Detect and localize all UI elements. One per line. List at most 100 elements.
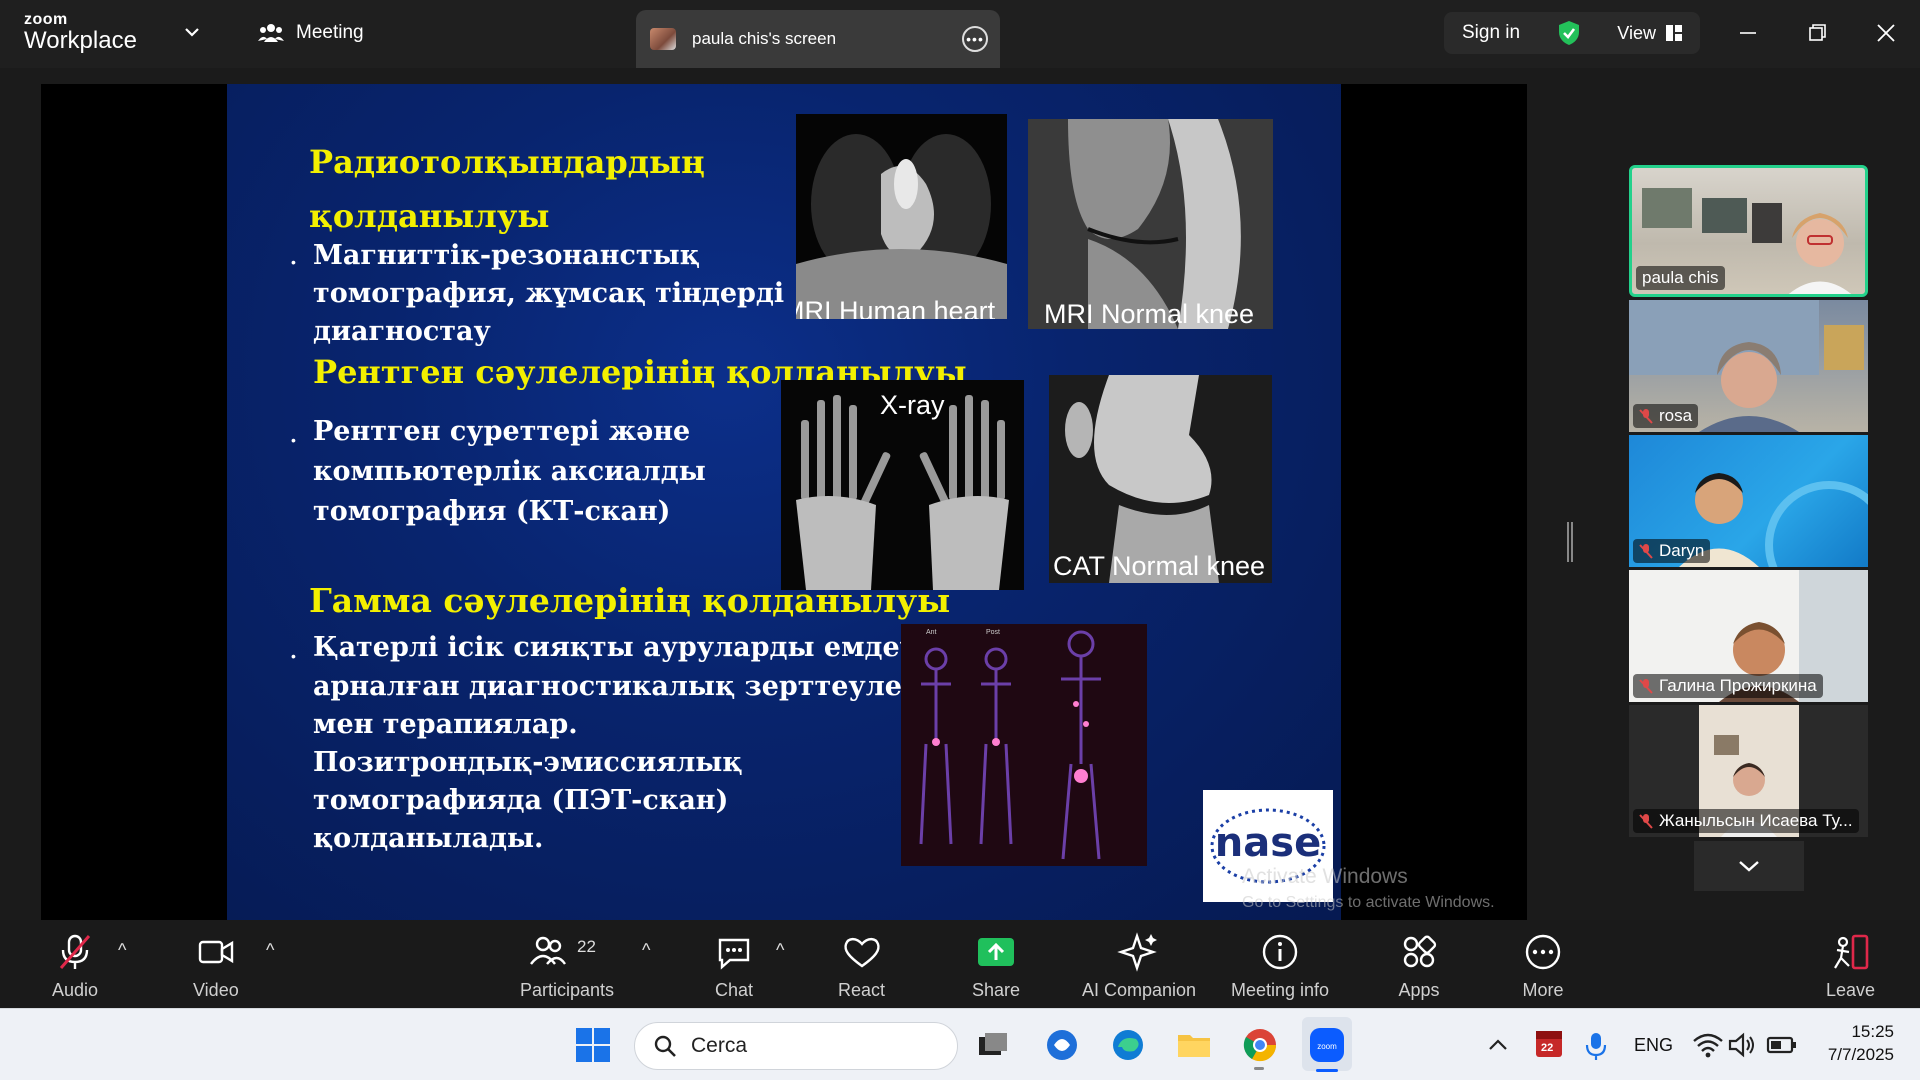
- participants-button[interactable]: 22 Participants: [520, 932, 614, 1001]
- title-bar: zoom Workplace Meeting paula chis's scre…: [0, 0, 1920, 68]
- participants-options-caret[interactable]: ^: [642, 940, 650, 961]
- audio-button[interactable]: Audio: [52, 932, 98, 1001]
- brand-zoom: zoom: [24, 11, 68, 28]
- restore-icon[interactable]: [1802, 18, 1832, 48]
- more-label: More: [1522, 980, 1564, 1000]
- edge-icon[interactable]: [1110, 1027, 1146, 1063]
- more-button[interactable]: More: [1521, 932, 1565, 1001]
- close-icon[interactable]: [1871, 18, 1901, 48]
- running-indicator: [1254, 1067, 1264, 1070]
- info-icon: [1262, 934, 1298, 970]
- view-button[interactable]: View: [1617, 23, 1682, 44]
- mic-muted-icon: [1639, 544, 1653, 559]
- microphone-icon[interactable]: [1578, 1027, 1614, 1063]
- participant-name-tag: paula chis: [1636, 266, 1725, 290]
- video-button[interactable]: Video: [193, 932, 239, 1001]
- apps-icon: [1403, 935, 1437, 968]
- video-tile-zhanylsyn[interactable]: Жаныльсын Исаева Ту...: [1629, 705, 1868, 837]
- shared-screen-area: Радиотолқындардың қолданылуы • Магниттік…: [41, 84, 1527, 920]
- sparkle-icon: [1117, 932, 1158, 972]
- resize-handle[interactable]: [1567, 522, 1573, 562]
- windows-taskbar: Cerca zoom 22 ENG 15:25 7/7/2025: [0, 1008, 1920, 1080]
- windows-start-icon[interactable]: [575, 1027, 611, 1063]
- caption-mri-knee: MRI Normal knee: [1044, 299, 1255, 329]
- file-explorer-icon[interactable]: [1176, 1027, 1212, 1063]
- calendar-icon[interactable]: 22: [1534, 1027, 1564, 1059]
- participant-name-tag: Daryn: [1633, 539, 1711, 563]
- more-options-icon[interactable]: •••: [962, 26, 988, 52]
- sign-in-button[interactable]: Sign in: [1462, 22, 1520, 44]
- participant-name: Галина Прожиркина: [1659, 676, 1817, 695]
- audio-label: Audio: [52, 980, 99, 1000]
- active-indicator: [1316, 1069, 1338, 1072]
- bullet-dot: •: [291, 432, 296, 448]
- apps-label: Apps: [1398, 980, 1440, 1000]
- participants-icon: 22: [530, 936, 596, 965]
- tab-meeting[interactable]: Meeting: [258, 22, 364, 44]
- react-button[interactable]: React: [838, 932, 885, 1001]
- wifi-icon[interactable]: [1690, 1027, 1726, 1063]
- bullet-gamma-line3: мен терапиялар.: [313, 709, 578, 740]
- heading-radio-line2: қолданылуы: [309, 197, 550, 235]
- volume-icon[interactable]: [1724, 1027, 1760, 1063]
- chevron-down-icon[interactable]: [182, 22, 202, 42]
- taskbar-search-input[interactable]: Cerca: [634, 1022, 958, 1070]
- search-placeholder: Cerca: [691, 1034, 748, 1057]
- bullet-dot: •: [291, 254, 296, 270]
- svg-text:zoom: zoom: [1317, 1042, 1337, 1051]
- task-view-icon[interactable]: [975, 1027, 1011, 1063]
- bullet-mri-line2: томография, жұмсақ тіндерді: [313, 278, 785, 309]
- video-tile-daryn[interactable]: Daryn: [1629, 435, 1868, 567]
- participant-name: Daryn: [1659, 541, 1705, 560]
- ai-companion-button[interactable]: AI Companion: [1082, 932, 1196, 1001]
- activate-windows-title: Activate Windows: [1242, 865, 1408, 888]
- meeting-info-button[interactable]: Meeting info: [1231, 932, 1329, 1001]
- chat-options-caret[interactable]: ^: [776, 940, 784, 961]
- minimize-icon[interactable]: [1733, 18, 1763, 48]
- taskbar-clock[interactable]: 15:25 7/7/2025: [1828, 1021, 1894, 1067]
- leave-door-icon: [1833, 934, 1868, 970]
- mic-muted-icon: [1639, 679, 1653, 694]
- participant-name-tag: Жаныльсын Исаева Ту...: [1633, 809, 1859, 833]
- participants-count: 22: [577, 937, 596, 956]
- audio-options-caret[interactable]: ^: [118, 940, 126, 961]
- share-label: Share: [972, 980, 1021, 1000]
- apps-button[interactable]: Apps: [1397, 932, 1441, 1001]
- meeting-toolbar: Audio ^ Video ^ 22 Participants ^ Chat ^…: [0, 920, 1920, 1008]
- search-icon: [654, 1035, 676, 1057]
- bullet-gamma-line4: Позитрондық-эмиссиялық: [313, 747, 743, 778]
- battery-icon[interactable]: [1764, 1027, 1800, 1063]
- bullet-mri-line1: Магниттік-резонанстық: [313, 240, 700, 271]
- video-tile-rosa[interactable]: rosa: [1629, 300, 1868, 432]
- bullet-mri-line3: диагностау: [313, 316, 491, 347]
- bullet-gamma-line2: арналған диагностикалық зерттеулер: [313, 671, 921, 702]
- share-button[interactable]: Share: [972, 932, 1020, 1001]
- scroll-participants-down-button[interactable]: [1694, 841, 1804, 891]
- leave-button[interactable]: Leave: [1826, 932, 1875, 1001]
- tab-shared-screen[interactable]: paula chis's screen •••: [636, 10, 1000, 68]
- meeting-tab-label: Meeting: [296, 22, 364, 43]
- pet-label-post: Post: [986, 629, 1000, 636]
- video-tile-paula[interactable]: paula chis: [1629, 165, 1868, 297]
- mri-heart-image: MRI Human heart: [796, 114, 1007, 319]
- browser-shield-icon[interactable]: [1044, 1027, 1080, 1063]
- video-label: Video: [193, 980, 239, 1000]
- video-options-caret[interactable]: ^: [266, 940, 274, 961]
- language-indicator[interactable]: ENG: [1634, 1035, 1673, 1056]
- clock-date: 7/7/2025: [1827, 1044, 1894, 1064]
- bullet-gamma-line1: Қатерлі ісік сияқты ауруларды емдеуге: [313, 632, 951, 663]
- mic-muted-icon: [59, 934, 91, 969]
- chevron-up-icon[interactable]: [1480, 1027, 1516, 1063]
- zoom-app-icon[interactable]: zoom: [1309, 1027, 1345, 1063]
- participant-name: rosa: [1659, 406, 1693, 425]
- video-tile-galina[interactable]: Галина Прожиркина: [1629, 570, 1868, 702]
- caption-cat-knee: CAT Normal knee: [1053, 551, 1266, 581]
- presentation-slide: Радиотолқындардың қолданылуы • Магниттік…: [227, 84, 1341, 920]
- chat-button[interactable]: Chat: [712, 932, 756, 1001]
- chat-label: Chat: [714, 980, 754, 1000]
- chrome-icon[interactable]: [1242, 1027, 1278, 1063]
- heart-icon: [843, 937, 880, 968]
- mri-knee-image: MRI Normal knee: [1028, 119, 1273, 329]
- shield-check-icon[interactable]: [1558, 20, 1580, 46]
- cat-knee-image: CAT Normal knee: [1049, 375, 1272, 583]
